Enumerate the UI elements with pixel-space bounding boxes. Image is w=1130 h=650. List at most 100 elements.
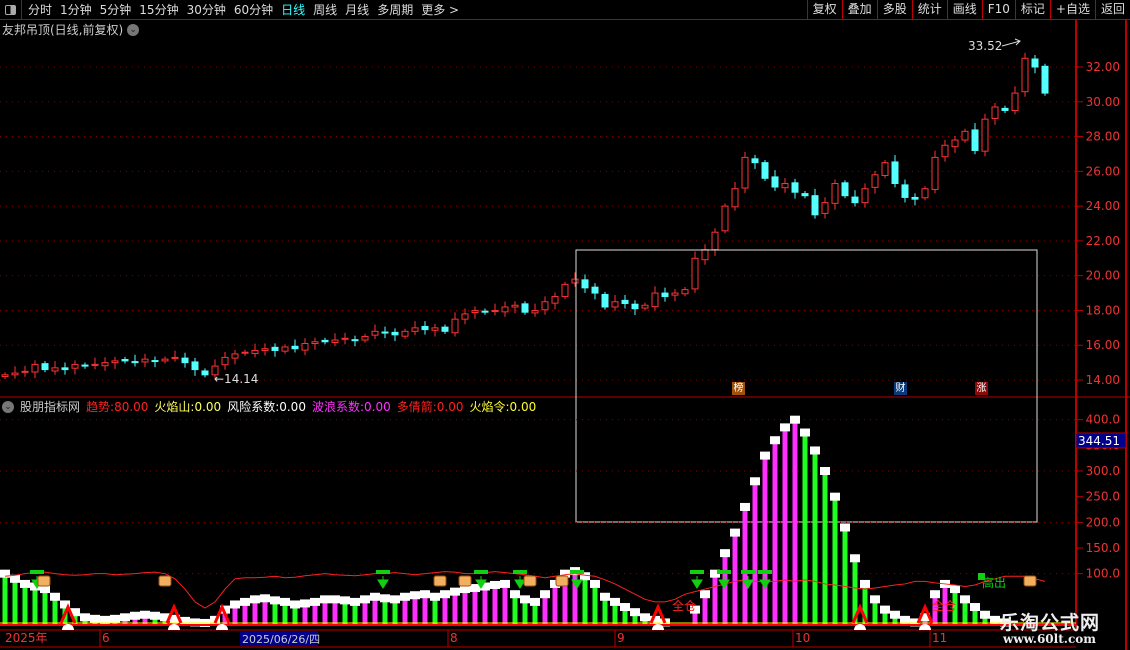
candle-body (571, 278, 579, 284)
candle-body (501, 306, 509, 313)
candle-body (141, 358, 149, 363)
candle-body (651, 292, 659, 308)
indicator-bar-cap (750, 477, 760, 486)
indicator-bar (432, 596, 438, 625)
candle-body (51, 367, 59, 372)
indicator-bar (462, 589, 468, 625)
indicator-bar (812, 450, 818, 625)
candle-body (341, 337, 349, 340)
indicator-bar-cap (980, 610, 990, 619)
indicator-bar (802, 432, 808, 625)
candle-body (731, 188, 739, 208)
price-axis-label: 24.00 (1086, 199, 1120, 213)
candle-body (291, 345, 299, 350)
indicator-bar-cap (850, 554, 860, 563)
indicator-bar (742, 506, 748, 625)
indicator-bar-cap (970, 603, 980, 612)
candle-body (601, 293, 609, 308)
event-marker[interactable]: 榜 (732, 382, 745, 395)
indicator-bar-cap (390, 595, 400, 604)
candle-body (711, 231, 719, 251)
candle-body (351, 339, 359, 342)
lantern-icon (523, 575, 537, 587)
indicator-bar-cap (240, 597, 250, 606)
indicator-bar-cap (310, 597, 320, 606)
indicator-bar-cap (470, 584, 480, 593)
price-axis-label: 16.00 (1086, 338, 1120, 352)
indicator-bar (582, 576, 588, 625)
candle-body (161, 358, 169, 362)
watermark-logo: 乐淘公式网 (1000, 612, 1101, 634)
candle-body (921, 188, 929, 199)
candle-body (871, 174, 879, 188)
lantern-icon (458, 575, 472, 587)
indicator-bar (712, 573, 718, 625)
indicator-bar (822, 471, 828, 625)
candle-body (231, 353, 239, 359)
indicator-bar-cap (430, 592, 440, 601)
full-position-label: 全仓 (932, 598, 956, 613)
indicator-bar (422, 594, 428, 625)
candle-body (561, 283, 569, 298)
indicator-bar-cap (770, 436, 780, 445)
price-axis-label: 26.00 (1086, 164, 1120, 178)
indicator-bar (262, 598, 268, 625)
indicator-bar (52, 596, 58, 625)
year-label: 2025年 (5, 631, 48, 645)
indicator-bar-cap (800, 428, 810, 437)
candle-body (361, 336, 369, 341)
candle-body (421, 325, 429, 331)
event-marker[interactable]: 涨 (975, 382, 988, 395)
indicator-bar (772, 440, 778, 625)
candle-body (861, 188, 869, 204)
indicator-bar-cap (420, 590, 430, 599)
indicator-bar-cap (50, 592, 60, 601)
candle-body (631, 303, 639, 310)
candle-body (221, 356, 229, 366)
candle-body (941, 144, 949, 158)
candle-body (511, 304, 519, 308)
full-position-label: 全仓 (672, 598, 696, 613)
indicator-bar (602, 596, 608, 625)
indicator-bar-cap (270, 596, 280, 605)
candle-body (1001, 107, 1009, 111)
candle-body (271, 346, 279, 351)
indicator-bar-cap (340, 596, 350, 605)
indicator-bar (372, 596, 378, 625)
candle-body (311, 341, 319, 345)
price-axis-label: 28.00 (1086, 130, 1120, 144)
indicator-bar-cap (320, 595, 330, 604)
month-label: 11 (932, 631, 947, 645)
candle-body (851, 196, 859, 204)
indicator-axis-label: 200.0 (1086, 515, 1120, 529)
indicator-bar (782, 427, 788, 625)
candle-body (721, 205, 729, 232)
candle-body (581, 279, 589, 289)
event-marker[interactable]: 财 (894, 382, 907, 395)
candle-body (41, 363, 49, 371)
indicator-bar-cap (500, 579, 510, 588)
price-axis-label: 30.00 (1086, 95, 1120, 109)
indicator-bar (752, 481, 758, 625)
candle-body (91, 363, 99, 366)
indicator-bar (542, 594, 548, 625)
signal-bar (741, 570, 755, 574)
price-axis-label: 18.00 (1086, 303, 1120, 317)
high-price-label: 33.52 (968, 39, 1002, 53)
chart-canvas[interactable]: 32.00 30.00 28.00 26.00 24.00 22.00 20.00 18.00… (0, 0, 1130, 650)
candle-body (401, 330, 409, 337)
signal-bar (474, 570, 488, 574)
candle-body (911, 196, 919, 200)
indicator-bar-cap (630, 608, 640, 617)
indicator-bar (492, 584, 498, 625)
indicator-axis-label: 150.0 (1086, 541, 1120, 555)
indicator-bar-cap (840, 523, 850, 532)
candle-body (491, 309, 499, 313)
indicator-bar-cap (890, 610, 900, 619)
indicator-bar (442, 594, 448, 625)
candle-body (1011, 92, 1019, 111)
price-axis-label: 14.00 (1086, 373, 1120, 387)
candle-body (411, 327, 419, 332)
candle-body (191, 361, 199, 371)
indicator-bar (452, 591, 458, 625)
